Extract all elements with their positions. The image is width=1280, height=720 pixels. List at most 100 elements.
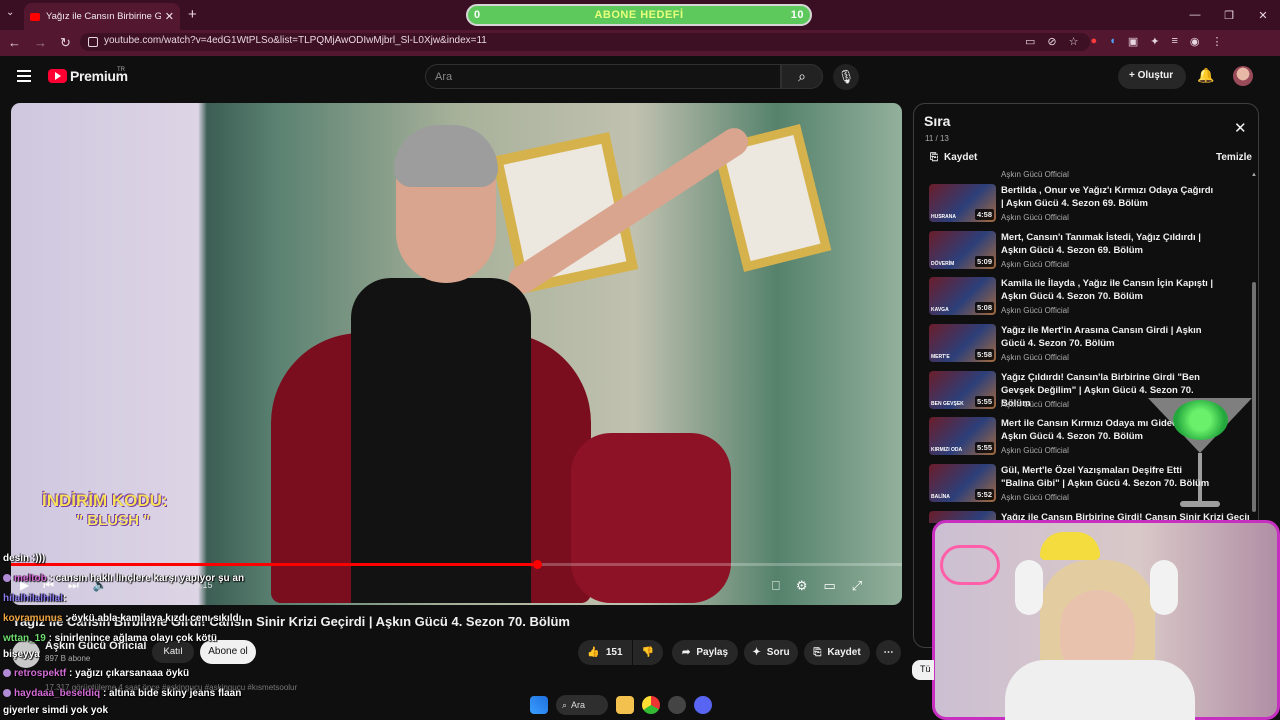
chat-badge-icon	[3, 574, 11, 583]
progress-fill	[11, 563, 537, 566]
chat-line: wttan_19 : sinirlenince ağlama olayı çok…	[3, 633, 217, 644]
youtube-favicon-icon	[30, 12, 40, 21]
playlist-item[interactable]: KAVGA 5:08 Kamila ile İlayda , Yağız ile …	[929, 277, 1249, 323]
playlist-item-channel: Aşkın Gücü Official	[1001, 260, 1069, 269]
playlist-item[interactable]: MERT'E 5:58 Yağız ile Mert'in Arasına Can…	[929, 324, 1249, 370]
notifications-bell-icon[interactable]: 🔔	[1197, 67, 1214, 84]
url-field[interactable]: youtube.com/watch?v=4edG1WtPLSo&list=TLP…	[80, 33, 1090, 51]
video-thumbnail: KAVGA 5:08	[929, 277, 996, 315]
search-input[interactable]: Ara	[425, 64, 781, 89]
chat-line: desin :)))	[3, 553, 45, 564]
site-info-icon[interactable]	[88, 37, 98, 47]
dislike-button[interactable]: 👎	[633, 640, 663, 665]
discord-icon[interactable]	[694, 696, 712, 714]
theater-mode-icon[interactable]: ▭	[823, 578, 835, 594]
playlist-item-title: Mert, Cansın'ı Tanımak İstedi, Yağız Çıl…	[1001, 232, 1201, 256]
chat-line: giyerler simdi yok yok	[3, 705, 108, 716]
martini-glass-overlay	[1148, 398, 1253, 512]
close-window-icon[interactable]: ✕	[1246, 9, 1280, 22]
subtitles-icon[interactable]: ⎕	[772, 578, 780, 594]
extension-red-icon[interactable]: ●	[1091, 35, 1098, 48]
playlist-clear-button[interactable]: Temizle	[1216, 152, 1252, 163]
video-progress-bar[interactable]	[11, 560, 902, 569]
progress-scrubber[interactable]	[532, 560, 542, 569]
taskbar-search-label: Ara	[571, 700, 586, 710]
scroll-up-arrow-icon[interactable]: ▲	[1251, 172, 1257, 178]
sparkle-icon: ✦	[752, 647, 761, 658]
country-badge: TR	[117, 67, 125, 73]
close-playlist-icon[interactable]: ✕	[1234, 119, 1247, 137]
chrome-icon[interactable]	[642, 696, 660, 714]
reload-icon[interactable]: ↻	[60, 35, 71, 51]
chat-message: : altına bide skiny jeans flaan	[102, 688, 242, 699]
more-actions-button[interactable]: ⋯	[876, 640, 901, 665]
windows-start-icon[interactable]	[530, 696, 548, 714]
eye-off-icon[interactable]: ⊘	[1047, 35, 1056, 48]
account-avatar[interactable]	[1233, 66, 1253, 86]
restore-icon[interactable]: ❐	[1212, 9, 1246, 22]
minimize-icon[interactable]: —	[1178, 9, 1212, 21]
subscriber-goal-bar: 0 ABONE HEDEFİ 10	[466, 4, 812, 26]
file-explorer-icon[interactable]	[616, 696, 634, 714]
extensions-puzzle-icon[interactable]: ✦	[1150, 35, 1159, 48]
playlist-title: Sıra	[924, 113, 951, 129]
forward-icon[interactable]: →	[34, 35, 47, 51]
promo-code-label: İNDİRİM KODU:	[42, 491, 168, 510]
share-button[interactable]: ➦ Paylaş	[672, 640, 738, 665]
next-video-button[interactable]: Tü	[912, 660, 934, 680]
chat-message: : sinirlenince ağlama olayı çok kötü	[48, 633, 217, 644]
create-button[interactable]: + Oluştur	[1118, 64, 1186, 89]
playlist-item-channel: Aşkın Gücü Official	[1001, 213, 1069, 222]
new-tab-icon[interactable]: +	[188, 6, 197, 23]
neon-sign	[940, 545, 1000, 585]
playlist-item-title: Yağız ile Mert'in Arasına Cansın Girdi |…	[1001, 325, 1202, 349]
video-player[interactable]: İNDİRİM KODU: " BLUSH "	[11, 103, 902, 605]
back-icon[interactable]: ←	[8, 35, 21, 51]
extension-audio-icon[interactable]: ◖	[1109, 35, 1116, 48]
save-button[interactable]: ⎘ Kaydet	[804, 640, 870, 665]
playlist-item[interactable]: DÖVERİM 5:09 Mert, Cansın'ı Tanımak İsted…	[929, 231, 1249, 277]
thumbs-up-icon: 👍	[587, 647, 600, 658]
chat-badge-icon	[3, 689, 11, 698]
chat-username: hilalhilalhilal	[3, 593, 64, 604]
join-button[interactable]: Katıl	[152, 641, 194, 663]
thumbnail-caption: BALİNA	[931, 494, 950, 500]
media-controls-icon[interactable]: ≡	[1171, 35, 1177, 48]
menu-icon[interactable]	[17, 70, 31, 82]
settings-gear-icon[interactable]: ⚙	[796, 578, 808, 594]
taskbar-search[interactable]: ⌕ Ara	[556, 695, 608, 715]
subscriber-count: 897 B abone	[45, 654, 91, 663]
microphone-icon: 🎙	[837, 69, 855, 84]
voice-search-button[interactable]: 🎙	[833, 64, 859, 90]
tab-search-icon[interactable]: ⌄	[6, 7, 14, 18]
fullscreen-icon[interactable]: ⤢	[852, 578, 862, 594]
playlist-save-label: Kaydet	[944, 152, 978, 163]
bookmark-star-icon[interactable]: ☆	[1069, 35, 1079, 48]
ask-button[interactable]: ✦ Soru	[744, 640, 798, 665]
tab-title: Yağız ile Cansın Birbirine Girdi! C	[46, 11, 161, 22]
playlist-save-button[interactable]: ⎘ Kaydet	[930, 152, 977, 163]
woman-black-outfit	[351, 278, 531, 603]
chat-badge-icon	[3, 669, 11, 678]
chat-message: : öykü abla kamilaya kızdı cenı sıkıldı	[65, 613, 242, 624]
profile-avatar-icon[interactable]: ◉	[1190, 35, 1200, 48]
chat-line: kovramunus : öykü abla kamilaya kızdı ce…	[3, 613, 241, 624]
windows-taskbar: ⌕ Ara	[530, 690, 752, 720]
playlist-item[interactable]: HUSRANA 4:58 Bertilda , Onur ve Yağız'ı K…	[929, 184, 1249, 230]
browser-tab[interactable]: Yağız ile Cansın Birbirine Girdi! C ✕	[24, 3, 180, 30]
ask-label: Soru	[766, 647, 790, 658]
close-tab-icon[interactable]: ✕	[165, 10, 174, 23]
browser-menu-icon[interactable]: ⋮	[1211, 35, 1222, 48]
obs-icon[interactable]	[668, 696, 686, 714]
cast-icon[interactable]: ▭	[1025, 35, 1035, 48]
playlist-item-channel: Aşkın Gücü Official	[1001, 400, 1069, 409]
extension-box-icon[interactable]: ▣	[1128, 35, 1138, 48]
chat-message: bişeyya	[3, 649, 40, 660]
youtube-logo-icon[interactable]	[48, 69, 67, 83]
thumbnail-caption: KIRMIZI ODA	[931, 447, 963, 453]
search-button[interactable]: ⌕	[781, 64, 823, 89]
chat-message: : cansın haklı linçlere karşı yapıyor şu…	[49, 573, 245, 584]
duration-badge: 5:09	[974, 256, 994, 267]
video-thumbnail: HUSRANA 4:58	[929, 184, 996, 222]
like-button[interactable]: 👍 151	[578, 640, 632, 665]
